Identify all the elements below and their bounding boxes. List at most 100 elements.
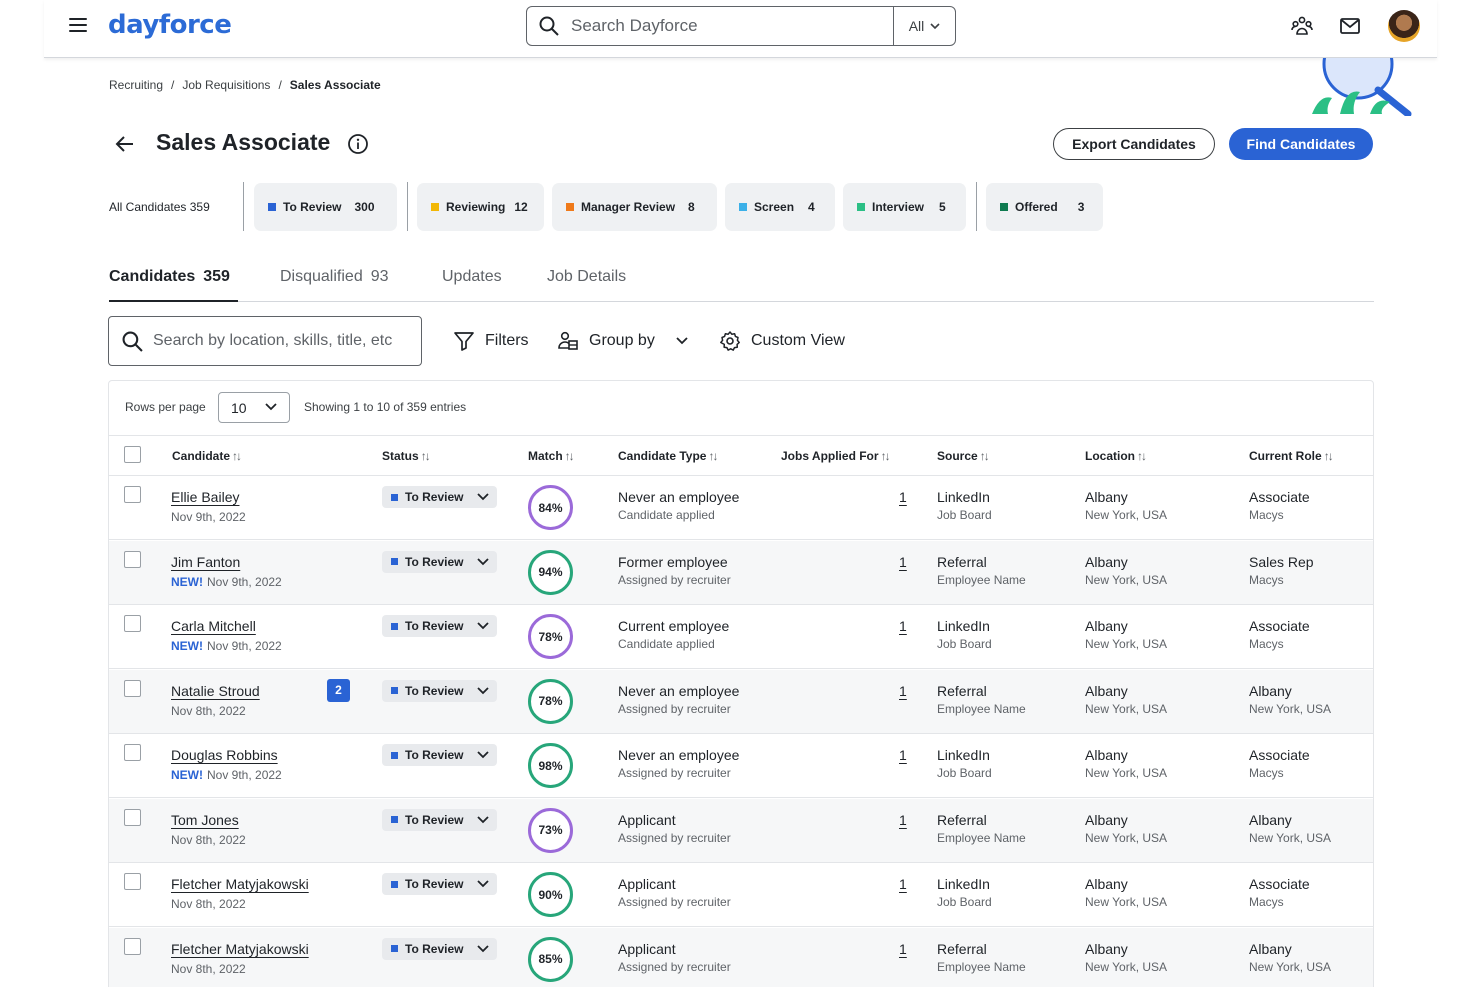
row-checkbox[interactable] — [124, 486, 141, 503]
row-checkbox[interactable] — [124, 615, 141, 632]
stage-interview[interactable]: Interview 5 — [843, 183, 966, 231]
status-dropdown[interactable]: To Review — [382, 937, 497, 960]
search-scope-select[interactable]: All — [893, 7, 955, 45]
column-header-source[interactable]: Source ↑↓ — [937, 449, 990, 463]
candidate-search-input[interactable] — [153, 332, 413, 350]
tab-job-details[interactable]: Job Details — [547, 268, 626, 302]
row-checkbox[interactable] — [124, 744, 141, 761]
table-row[interactable]: Fletcher Matyjakowski Nov 8th, 2022 To Rev… — [109, 863, 1373, 927]
status-label: To Review — [405, 554, 464, 569]
source: LinkedIn — [937, 747, 990, 763]
row-checkbox[interactable] — [124, 937, 141, 955]
column-header-jobs-applied[interactable]: Jobs Applied For ↑↓ — [781, 449, 891, 463]
jobs-applied-link[interactable]: 1 — [899, 812, 907, 828]
column-header-current-role[interactable]: Current Role ↑↓ — [1249, 449, 1334, 463]
table-row[interactable]: Jim Fanton NEW! Nov 9th, 2022 To Review 94% F… — [109, 540, 1373, 605]
jobs-applied-link[interactable]: 1 — [899, 941, 907, 957]
user-avatar[interactable] — [1388, 10, 1420, 42]
status-dropdown[interactable]: To Review — [382, 679, 497, 702]
stage-reviewing[interactable]: Reviewing 12 — [417, 183, 544, 231]
column-header-candidate[interactable]: Candidate ↑↓ — [172, 449, 242, 463]
candidate-name-link[interactable]: Ellie Bailey — [171, 489, 239, 505]
jobs-applied-link[interactable]: 1 — [899, 554, 907, 570]
candidate-date: NEW! Nov 9th, 2022 — [171, 639, 282, 653]
rows-per-page-select[interactable]: 10 — [218, 392, 290, 423]
stage-to-review[interactable]: To Review 300 — [254, 183, 397, 231]
stage-screen[interactable]: Screen 4 — [725, 183, 835, 231]
rows-per-page-label: Rows per page — [125, 400, 206, 414]
filters-button[interactable]: Filters — [453, 329, 529, 353]
match-score: 90% — [528, 872, 573, 917]
export-candidates-button[interactable]: Export Candidates — [1053, 128, 1215, 160]
status-dropdown[interactable]: To Review — [382, 486, 497, 508]
breadcrumb-current: Sales Associate — [289, 78, 381, 92]
table-row[interactable]: Fletcher Matyjakowski Nov 8th, 2022 To Rev… — [109, 927, 1373, 987]
status-dropdown[interactable]: To Review — [382, 615, 497, 637]
source: Referral — [937, 682, 987, 699]
row-checkbox[interactable] — [124, 679, 141, 697]
tab-label: Job Details — [547, 268, 627, 285]
row-checkbox[interactable] — [124, 550, 141, 568]
status-label: To Review — [405, 812, 464, 827]
all-candidates-filter[interactable]: All Candidates 359 — [109, 200, 210, 214]
table-row[interactable]: Carla Mitchell NEW! Nov 9th, 2022 To Review… — [109, 605, 1373, 669]
table-row[interactable]: Ellie Bailey Nov 9th, 2022 To Review 84% Nev… — [109, 476, 1373, 540]
notification-badge[interactable]: 2 — [327, 678, 350, 702]
column-header-location[interactable]: Location ↑↓ — [1085, 449, 1147, 463]
candidate-name-link[interactable]: Carla Mitchell — [171, 618, 256, 634]
status-dropdown[interactable]: To Review — [382, 744, 497, 766]
group-by-button[interactable]: Group by — [557, 329, 689, 353]
breadcrumb-job-requisitions[interactable]: Job Requisitions — [182, 78, 270, 92]
jobs-applied-link[interactable]: 1 — [899, 489, 907, 505]
column-header-candidate-type[interactable]: Candidate Type ↑↓ — [618, 449, 718, 463]
candidate-type-detail: Assigned by recruiter — [618, 572, 731, 587]
candidate-name-link[interactable]: Douglas Robbins — [171, 747, 278, 763]
jobs-applied-link[interactable]: 1 — [899, 747, 907, 763]
custom-view-button[interactable]: Custom View — [719, 329, 845, 353]
match-score: 78% — [528, 614, 573, 659]
column-header-match[interactable]: Match ↑↓ — [528, 449, 575, 463]
menu-icon[interactable] — [69, 18, 87, 32]
row-checkbox[interactable] — [124, 808, 141, 826]
stage-count: 300 — [354, 200, 375, 214]
global-search-input[interactable] — [571, 16, 871, 36]
dayforce-logo[interactable]: dayforce — [108, 10, 232, 40]
tab-updates[interactable]: Updates — [442, 268, 502, 302]
select-all-checkbox[interactable] — [124, 446, 141, 463]
chevron-down-icon — [477, 880, 489, 888]
jobs-applied-link[interactable]: 1 — [899, 876, 907, 892]
candidate-name-link[interactable]: Tom Jones — [171, 812, 239, 828]
entries-summary: Showing 1 to 10 of 359 entries — [304, 400, 467, 414]
stage-offered[interactable]: Offered 3 — [986, 183, 1103, 231]
info-icon[interactable] — [347, 133, 369, 155]
breadcrumb-recruiting[interactable]: Recruiting — [109, 78, 163, 92]
mail-icon[interactable] — [1338, 14, 1362, 38]
candidate-name-link[interactable]: Fletcher Matyjakowski — [171, 941, 309, 957]
source: LinkedIn — [937, 876, 990, 892]
find-candidates-button[interactable]: Find Candidates — [1229, 128, 1373, 160]
status-dropdown[interactable]: To Review — [382, 550, 497, 573]
candidate-name-link[interactable]: Jim Fanton — [171, 554, 240, 570]
table-row[interactable]: Douglas Robbins NEW! Nov 9th, 2022 To Revie… — [109, 734, 1373, 798]
gear-icon — [720, 331, 740, 351]
status-dropdown[interactable]: To Review — [382, 808, 497, 831]
org-chart-icon[interactable] — [1290, 14, 1314, 38]
column-header-status[interactable]: Status ↑↓ — [382, 449, 431, 463]
stage-count: 8 — [688, 200, 695, 214]
jobs-applied-link[interactable]: 1 — [899, 683, 907, 699]
filters-label: Filters — [485, 332, 529, 349]
table-row[interactable]: Tom Jones Nov 8th, 2022 To Review 73% Applic… — [109, 798, 1373, 863]
candidate-name-link[interactable]: Natalie Stroud — [171, 683, 260, 699]
tab-candidates[interactable]: Candidates 359 — [109, 268, 238, 302]
candidate-type-detail: Assigned by recruiter — [618, 895, 731, 909]
stage-label: To Review — [283, 200, 342, 214]
stage-manager-review[interactable]: Manager Review 8 — [552, 183, 717, 231]
tab-disqualified[interactable]: Disqualified 93 — [280, 268, 389, 302]
candidate-name-link[interactable]: Fletcher Matyjakowski — [171, 876, 309, 892]
jobs-applied-link[interactable]: 1 — [899, 618, 907, 634]
status-dropdown[interactable]: To Review — [382, 873, 497, 895]
table-row[interactable]: Natalie Stroud Nov 8th, 2022 2 To Review 78%… — [109, 669, 1373, 734]
back-arrow-icon[interactable] — [114, 133, 136, 155]
row-checkbox[interactable] — [124, 873, 141, 890]
stage-count: 3 — [1077, 200, 1085, 214]
